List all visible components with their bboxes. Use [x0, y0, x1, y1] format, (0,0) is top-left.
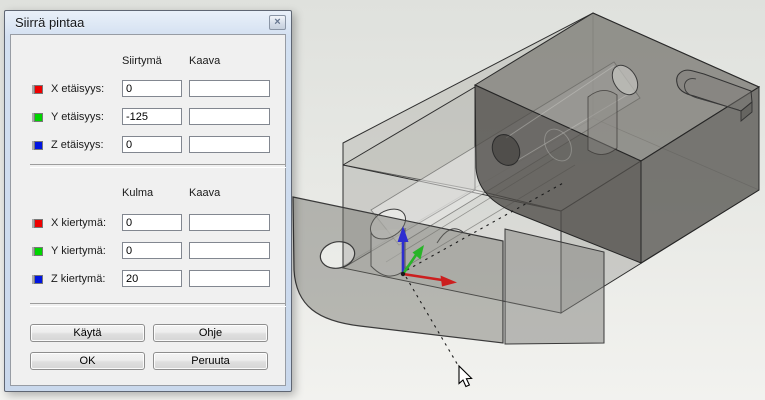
label-z-rotation: Z kiertymä: — [51, 272, 105, 286]
label-x-distance: X etäisyys: — [51, 82, 104, 96]
input-x-rotation[interactable] — [122, 214, 182, 231]
input-y-rotation-formula[interactable] — [189, 242, 270, 259]
axis-y-swatch-icon — [32, 113, 43, 122]
input-y-distance-formula[interactable] — [189, 108, 270, 125]
label-y-rotation: Y kiertymä: — [51, 244, 106, 258]
label-z-distance: Z etäisyys: — [51, 138, 104, 152]
input-x-rotation-formula[interactable] — [189, 214, 270, 231]
input-z-rotation-formula[interactable] — [189, 270, 270, 287]
close-icon: × — [274, 16, 280, 28]
separator-1 — [30, 164, 286, 168]
input-z-distance-formula[interactable] — [189, 136, 270, 153]
axis-x-swatch-icon — [32, 219, 43, 228]
input-x-distance[interactable] — [122, 80, 182, 97]
help-button[interactable]: Ohje — [153, 324, 268, 342]
dialog-title: Siirrä pintaa — [15, 15, 84, 30]
apply-button[interactable]: Käytä — [30, 324, 145, 342]
separator-2 — [30, 303, 286, 307]
close-button[interactable]: × — [269, 15, 286, 30]
cancel-button[interactable]: Peruuta — [153, 352, 268, 370]
dialog-titlebar[interactable]: Siirrä pintaa — [5, 11, 291, 34]
label-y-distance: Y etäisyys: — [51, 110, 104, 124]
column-header-kulma: Kulma — [122, 187, 153, 199]
input-y-rotation[interactable] — [122, 242, 182, 259]
axis-z-swatch-icon — [32, 141, 43, 150]
label-x-rotation: X kiertymä: — [51, 216, 106, 230]
column-header-kaava-2: Kaava — [189, 187, 220, 199]
axis-y-swatch-icon — [32, 247, 43, 256]
input-y-distance[interactable] — [122, 108, 182, 125]
model-counterbore — [588, 90, 617, 154]
axis-origin-point — [401, 272, 405, 276]
dialog-client-area: Siirtymä Kaava X etäisyys: Y etäisyys: Z… — [10, 34, 286, 386]
column-header-siirtyma: Siirtymä — [122, 55, 162, 67]
axis-x-swatch-icon — [32, 85, 43, 94]
move-face-dialog: Siirrä pintaa × Siirtymä Kaava X etäisyy… — [4, 10, 292, 392]
input-z-distance[interactable] — [122, 136, 182, 153]
ok-button[interactable]: OK — [30, 352, 145, 370]
column-header-kaava-1: Kaava — [189, 55, 220, 67]
axis-z-swatch-icon — [32, 275, 43, 284]
input-z-rotation[interactable] — [122, 270, 182, 287]
input-x-distance-formula[interactable] — [189, 80, 270, 97]
